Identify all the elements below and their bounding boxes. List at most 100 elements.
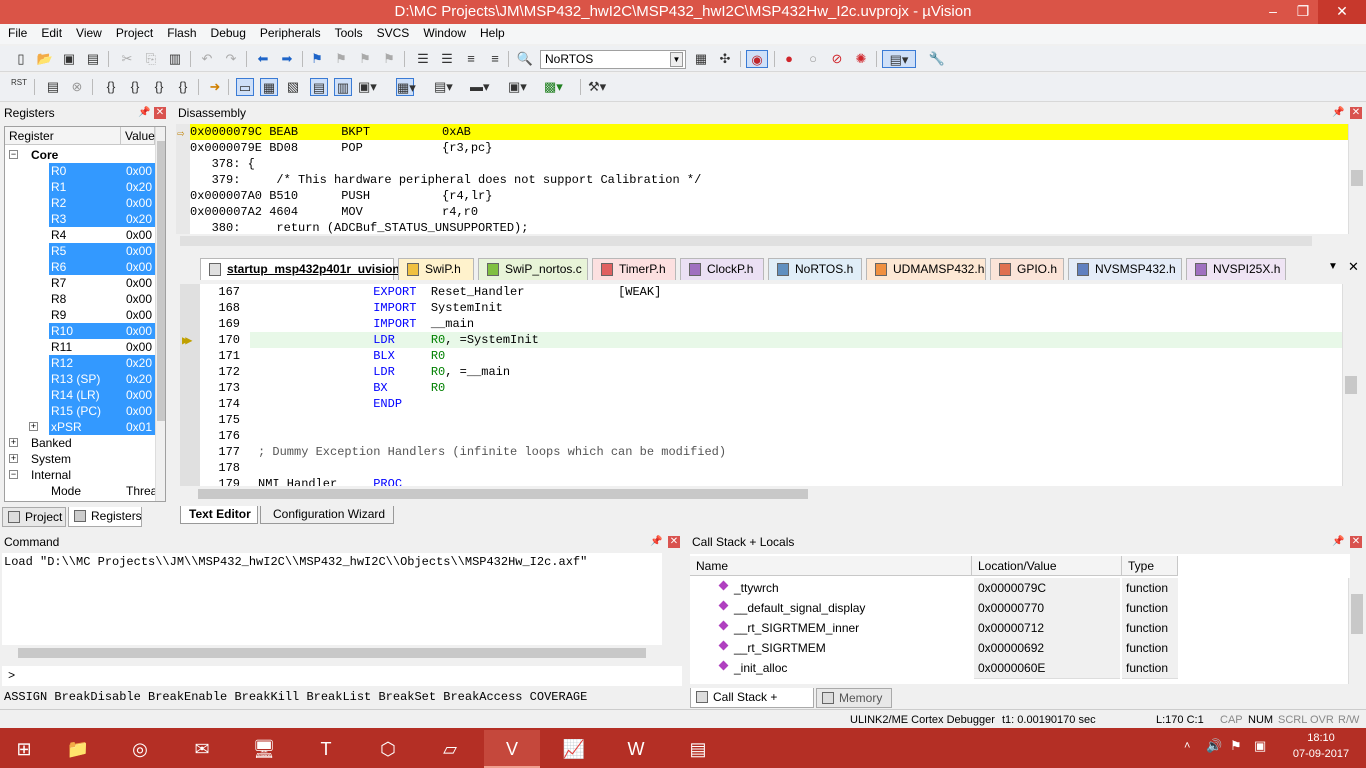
code-line[interactable]: 168 IMPORT SystemInit bbox=[180, 300, 1342, 316]
register-value[interactable]: 0x01 bbox=[125, 419, 155, 435]
breakpoint-enable-icon[interactable]: ○ bbox=[804, 50, 822, 68]
expand-icon[interactable]: + bbox=[9, 454, 18, 463]
pin-icon[interactable]: 📌 bbox=[1332, 536, 1344, 547]
callstack-row[interactable]: __rt_SIGRTMEM_inner 0x00000712 function bbox=[692, 618, 1178, 639]
menu-help[interactable]: Help bbox=[472, 24, 511, 40]
code-line[interactable]: 175 bbox=[180, 412, 1342, 428]
nav-back-icon[interactable]: ⬅ bbox=[254, 50, 272, 68]
code-line[interactable]: 179 NMI_Handler PROC bbox=[180, 476, 1342, 486]
disasm-line[interactable]: 378: { bbox=[190, 156, 1348, 172]
register-row[interactable]: R5 0x00 bbox=[5, 243, 155, 259]
register-value[interactable]: 0x00 bbox=[125, 195, 155, 211]
undo-icon[interactable]: ↶ bbox=[198, 50, 216, 68]
register-mode[interactable]: Mode Threa bbox=[5, 483, 155, 499]
menu-file[interactable]: File bbox=[0, 24, 33, 40]
close-icon[interactable]: ✕ bbox=[668, 536, 680, 548]
code-line[interactable]: 169 IMPORT __main bbox=[180, 316, 1342, 332]
command-input[interactable]: > bbox=[2, 666, 682, 686]
register-row[interactable]: R10 0x00 bbox=[5, 323, 155, 339]
configure-icon[interactable]: 🔧 bbox=[928, 50, 946, 68]
close-icon[interactable]: ✕ bbox=[154, 107, 166, 119]
menu-window[interactable]: Window bbox=[415, 24, 472, 40]
close-icon[interactable]: ✕ bbox=[1350, 107, 1362, 119]
tab-callstack[interactable]: Call Stack + Locals bbox=[690, 688, 814, 722]
col-type[interactable]: Type bbox=[1122, 556, 1178, 576]
code-line[interactable]: 178 bbox=[180, 460, 1342, 476]
register-row[interactable]: R14 (LR) 0x00 bbox=[5, 387, 155, 403]
editor-tab[interactable]: SwiP_nortos.c bbox=[478, 258, 588, 280]
computer-icon[interactable]: 🖥 bbox=[236, 730, 292, 768]
menu-peripherals[interactable]: Peripherals bbox=[252, 24, 327, 40]
volume-icon[interactable]: 🔊 bbox=[1206, 738, 1222, 754]
code-line[interactable]: 174 ENDP bbox=[180, 396, 1342, 412]
stop-icon[interactable]: ⊗ bbox=[68, 78, 86, 96]
editor-tab[interactable]: UDMAMSP432.h bbox=[866, 258, 986, 280]
watch-window-icon[interactable]: ▣▾ bbox=[358, 78, 377, 96]
find-in-files-icon[interactable]: 🔍 bbox=[516, 50, 534, 68]
unindent-icon[interactable]: ☰ bbox=[438, 50, 456, 68]
editor-tab[interactable]: NVSPI25X.h bbox=[1186, 258, 1286, 280]
register-value[interactable]: 0x00 bbox=[125, 243, 155, 259]
col-register[interactable]: Register bbox=[5, 127, 121, 145]
register-row[interactable]: R1 0x20 bbox=[5, 179, 155, 195]
pdf-icon[interactable]: ▤ bbox=[670, 730, 726, 768]
code-line[interactable]: 176 bbox=[180, 428, 1342, 444]
col-location[interactable]: Location/Value bbox=[972, 556, 1122, 576]
windows-start-icon[interactable]: ⊞ bbox=[0, 730, 48, 768]
register-value[interactable]: 0x00 bbox=[125, 291, 155, 307]
chart-app-icon[interactable]: 📈 bbox=[546, 730, 602, 768]
register-row[interactable]: R6 0x00 bbox=[5, 259, 155, 275]
target-select[interactable]: NoRTOS ▼ bbox=[540, 50, 686, 69]
register-row[interactable]: R4 0x00 bbox=[5, 227, 155, 243]
register-value[interactable]: 0x20 bbox=[125, 179, 155, 195]
clock-time[interactable]: 18:10 bbox=[1286, 732, 1356, 744]
step-into-icon[interactable]: {} bbox=[102, 78, 120, 96]
code-editor[interactable]: ▶▶ 167 EXPORT Reset_Handler [WEAK] 168 IM… bbox=[180, 284, 1342, 486]
register-value[interactable]: 0x00 bbox=[125, 323, 155, 339]
call-stack-window-icon[interactable]: ▥ bbox=[334, 78, 352, 96]
group-system[interactable]: + System bbox=[5, 451, 155, 467]
tab-configuration-wizard[interactable]: Configuration Wizard bbox=[260, 506, 394, 524]
tab-list-icon[interactable]: ▼ bbox=[1328, 261, 1338, 272]
disassembly-hscrollbar[interactable] bbox=[176, 234, 1348, 248]
toolbox-icon[interactable]: ⚒▾ bbox=[588, 78, 606, 96]
register-value[interactable]: 0x20 bbox=[125, 371, 155, 387]
code-line[interactable]: 170 LDR R0, =SystemInit bbox=[180, 332, 1342, 348]
disasm-line[interactable]: 0x000007A0 B510 PUSH {r4,lr} bbox=[190, 188, 1348, 204]
bookmark-prev-icon[interactable]: ⚑ bbox=[332, 50, 350, 68]
register-row[interactable]: R7 0x00 bbox=[5, 275, 155, 291]
breakpoint-disable-all-icon[interactable]: ⊘ bbox=[828, 50, 846, 68]
expand-icon[interactable]: + bbox=[29, 422, 38, 431]
clock-date[interactable]: 07-09-2017 bbox=[1284, 748, 1358, 760]
trace-window-icon[interactable]: ▣▾ bbox=[508, 78, 527, 96]
w-app-icon[interactable]: W bbox=[608, 730, 664, 768]
callstack-vscrollbar[interactable] bbox=[1348, 578, 1364, 684]
symbols-window-icon[interactable]: ▧ bbox=[284, 78, 302, 96]
group-core[interactable]: − Core bbox=[5, 147, 155, 163]
register-row[interactable]: R0 0x00 bbox=[5, 163, 155, 179]
register-row[interactable]: R8 0x00 bbox=[5, 291, 155, 307]
tab-text-editor[interactable]: Text Editor bbox=[180, 506, 258, 524]
disasm-line[interactable]: 379: /* This hardware peripheral does no… bbox=[190, 172, 1348, 188]
new-file-icon[interactable]: ▯ bbox=[12, 50, 30, 68]
code-line[interactable]: 173 BX R0 bbox=[180, 380, 1342, 396]
memory-window-icon[interactable]: ▦▾ bbox=[396, 78, 416, 96]
disassembly-view[interactable]: 0x0000079C BEAB BKPT 0xAB ⇨ 0x0000079E B… bbox=[176, 124, 1348, 234]
analysis-window-icon[interactable]: ▬▾ bbox=[470, 78, 490, 96]
registers-window-icon[interactable]: ▤ bbox=[310, 78, 328, 96]
disasm-line[interactable]: 380: return (ADCBuf_STATUS_UNSUPPORTED); bbox=[190, 220, 1348, 234]
code-line[interactable]: 167 EXPORT Reset_Handler [WEAK] bbox=[180, 284, 1342, 300]
tab-memory-1[interactable]: Memory 1 bbox=[816, 688, 892, 723]
editor-hscrollbar[interactable] bbox=[180, 486, 1342, 502]
register-value[interactable]: 0x00 bbox=[125, 163, 155, 179]
menu-flash[interactable]: Flash bbox=[159, 24, 202, 40]
pin-icon[interactable]: 📌 bbox=[138, 107, 150, 118]
serial-window-icon[interactable]: ▤▾ bbox=[434, 78, 453, 96]
menu-svcs[interactable]: SVCS bbox=[369, 24, 416, 40]
collapse-icon[interactable]: − bbox=[9, 470, 18, 479]
comment-icon[interactable]: ≡ bbox=[462, 50, 480, 68]
bookmark-clear-icon[interactable]: ⚑ bbox=[380, 50, 398, 68]
reset-icon[interactable]: RST bbox=[10, 78, 28, 96]
register-value[interactable]: 0x20 bbox=[125, 211, 155, 227]
system-viewer-icon[interactable]: ▩▾ bbox=[544, 78, 563, 96]
